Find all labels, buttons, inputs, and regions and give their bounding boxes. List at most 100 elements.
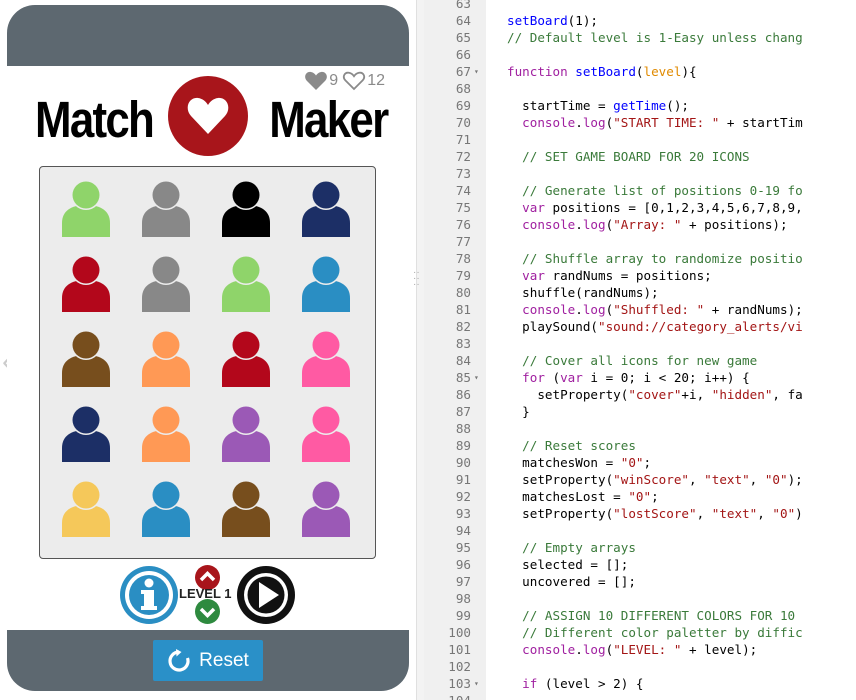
phone-frame: 9 12 Match Maker LEVEL 1 Reset [7,5,409,691]
code-line: 73 [424,165,856,182]
code-line: 93 setProperty("lostScore", "text", "0") [424,505,856,522]
code-line: 88 [424,420,856,437]
line-number: 102 [448,659,471,674]
person-icon[interactable] [57,479,115,537]
line-number: 94 [455,523,471,538]
code-line: 95 // Empty arrays [424,539,856,556]
person-icon[interactable] [137,254,195,312]
code-line: 80 shuffle(randNums); [424,284,856,301]
code-text: // ASSIGN 10 DIFFERENT COLORS FOR 10 [522,608,803,623]
code-line: 92 matchesLost = "0"; [424,488,856,505]
person-icon[interactable] [297,179,355,237]
code-text: selected = []; [507,557,629,572]
code-text: setProperty("lostScore", "text", "0") [507,506,803,521]
code-line: 77 [424,233,856,250]
line-number: 100 [448,625,471,640]
person-icon[interactable] [137,179,195,237]
code-text: playSound("sound://category_alerts/vi [507,319,803,334]
person-icon[interactable] [57,329,115,387]
code-text: function setBoard(level){ [507,64,697,79]
code-line: 83 [424,335,856,352]
line-number: 74 [455,183,471,198]
line-number: 66 [455,47,471,62]
line-number: 81 [455,302,471,317]
line-number: 77 [455,234,471,249]
play-button[interactable] [237,566,295,624]
line-number: 104 [424,692,471,700]
code-editor[interactable]: 63 64 setBoard(1); 65 // Default level is 1-… [424,0,856,700]
code-text: console.log("LEVEL: " + level); [522,642,758,657]
line-number: 78 [455,251,471,266]
person-icon[interactable] [217,179,275,237]
logo-word-maker: Maker [268,91,389,148]
code-text: console.log("START TIME: " + startTim [522,115,803,130]
line-number: 63 [455,0,471,11]
code-line: 89 // Reset scores [424,437,856,454]
person-icon[interactable] [57,254,115,312]
person-icon[interactable] [217,479,275,537]
code-line: 86 setProperty("cover"+i, "hidden", fa [424,386,856,403]
line-number: 92 [455,489,471,504]
chevron-down-icon [199,607,216,618]
code-line: 69 startTime = getTime(); [424,97,856,114]
code-line: 63 [424,0,856,12]
person-icon[interactable] [137,479,195,537]
reset-button[interactable]: Reset [153,640,263,681]
fold-toggle-icon[interactable]: ▾ [474,63,479,80]
line-number: 91 [455,472,471,487]
fold-toggle-icon[interactable]: ▾ [474,675,479,692]
person-icon[interactable] [297,479,355,537]
drag-handle-icon[interactable]: ·· ·· ·· [413,268,420,290]
code-lines: 63 64 setBoard(1); 65 // Default level is 1-… [424,0,856,700]
code-text: var positions = [0,1,2,3,4,5,6,7,8,9, [522,200,803,215]
code-line: 100 // Different color paletter by diffi… [424,624,856,641]
code-line: 94 [424,522,856,539]
code-line: 66 [424,46,856,63]
person-icon[interactable] [57,179,115,237]
line-number: 83 [455,336,471,351]
person-icon[interactable] [57,404,115,462]
code-line: 74 // Generate list of positions 0-19 fo [424,182,856,199]
code-line: 71 [424,131,856,148]
person-icon[interactable] [217,404,275,462]
line-number: 103 [448,676,471,691]
code-text: // Cover all icons for new game [522,353,758,368]
fold-toggle-icon[interactable]: ▾ [474,369,479,386]
person-icon[interactable] [297,329,355,387]
code-line: 85 ▾ for (var i = 0; i < 20; i++) { [424,369,856,386]
code-line: 103 ▾ if (level > 2) { [424,675,856,692]
line-number: 84 [455,353,471,368]
code-line: 68 [424,80,856,97]
code-text: // Shuffle array to randomize positio [522,251,803,266]
person-icon[interactable] [217,254,275,312]
code-text: if (level > 2) { [522,676,644,691]
person-icon[interactable] [297,404,355,462]
person-icon[interactable] [137,404,195,462]
line-number: 80 [455,285,471,300]
person-icon[interactable] [137,329,195,387]
code-line: 101 console.log("LEVEL: " + level); [424,641,856,658]
line-number: 76 [455,217,471,232]
code-text: setProperty("cover"+i, "hidden", fa [507,387,803,402]
code-line: 81 console.log("Shuffled: " + randNums); [424,301,856,318]
line-number: 99 [455,608,471,623]
line-number: 67 [455,64,471,79]
line-number: 82 [455,319,471,334]
line-number: 88 [455,421,471,436]
info-button[interactable] [120,566,178,624]
code-line: 78 // Shuffle array to randomize positio [424,250,856,267]
person-icon[interactable] [217,329,275,387]
code-text: setBoard(1); [507,13,599,28]
line-number: 69 [455,98,471,113]
person-icon[interactable] [297,254,355,312]
reset-label: Reset [199,649,249,671]
line-number: 85 [455,370,471,385]
line-number: 90 [455,455,471,470]
code-line: 75 var positions = [0,1,2,3,4,5,6,7,8,9, [424,199,856,216]
line-number: 86 [455,387,471,402]
code-text: // Default level is 1-Easy unless chang [507,30,803,45]
heart-logo-icon [168,76,248,156]
level-down-button[interactable] [195,599,220,624]
line-number: 75 [455,200,471,215]
app-preview-pane: ‹ 9 12 Match Maker [0,0,416,700]
